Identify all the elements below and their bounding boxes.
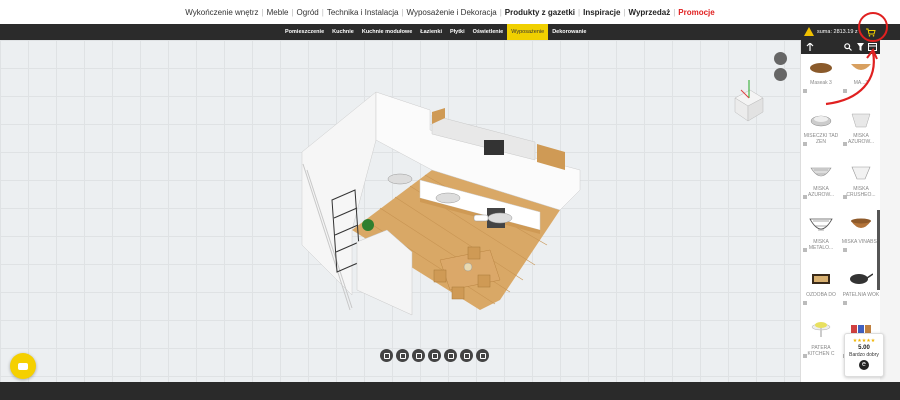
annotation-arrow bbox=[825, 48, 878, 106]
planner-app: Wykończenie wnętrz | Meble | Ogród | Technika … bbox=[0, 0, 900, 400]
